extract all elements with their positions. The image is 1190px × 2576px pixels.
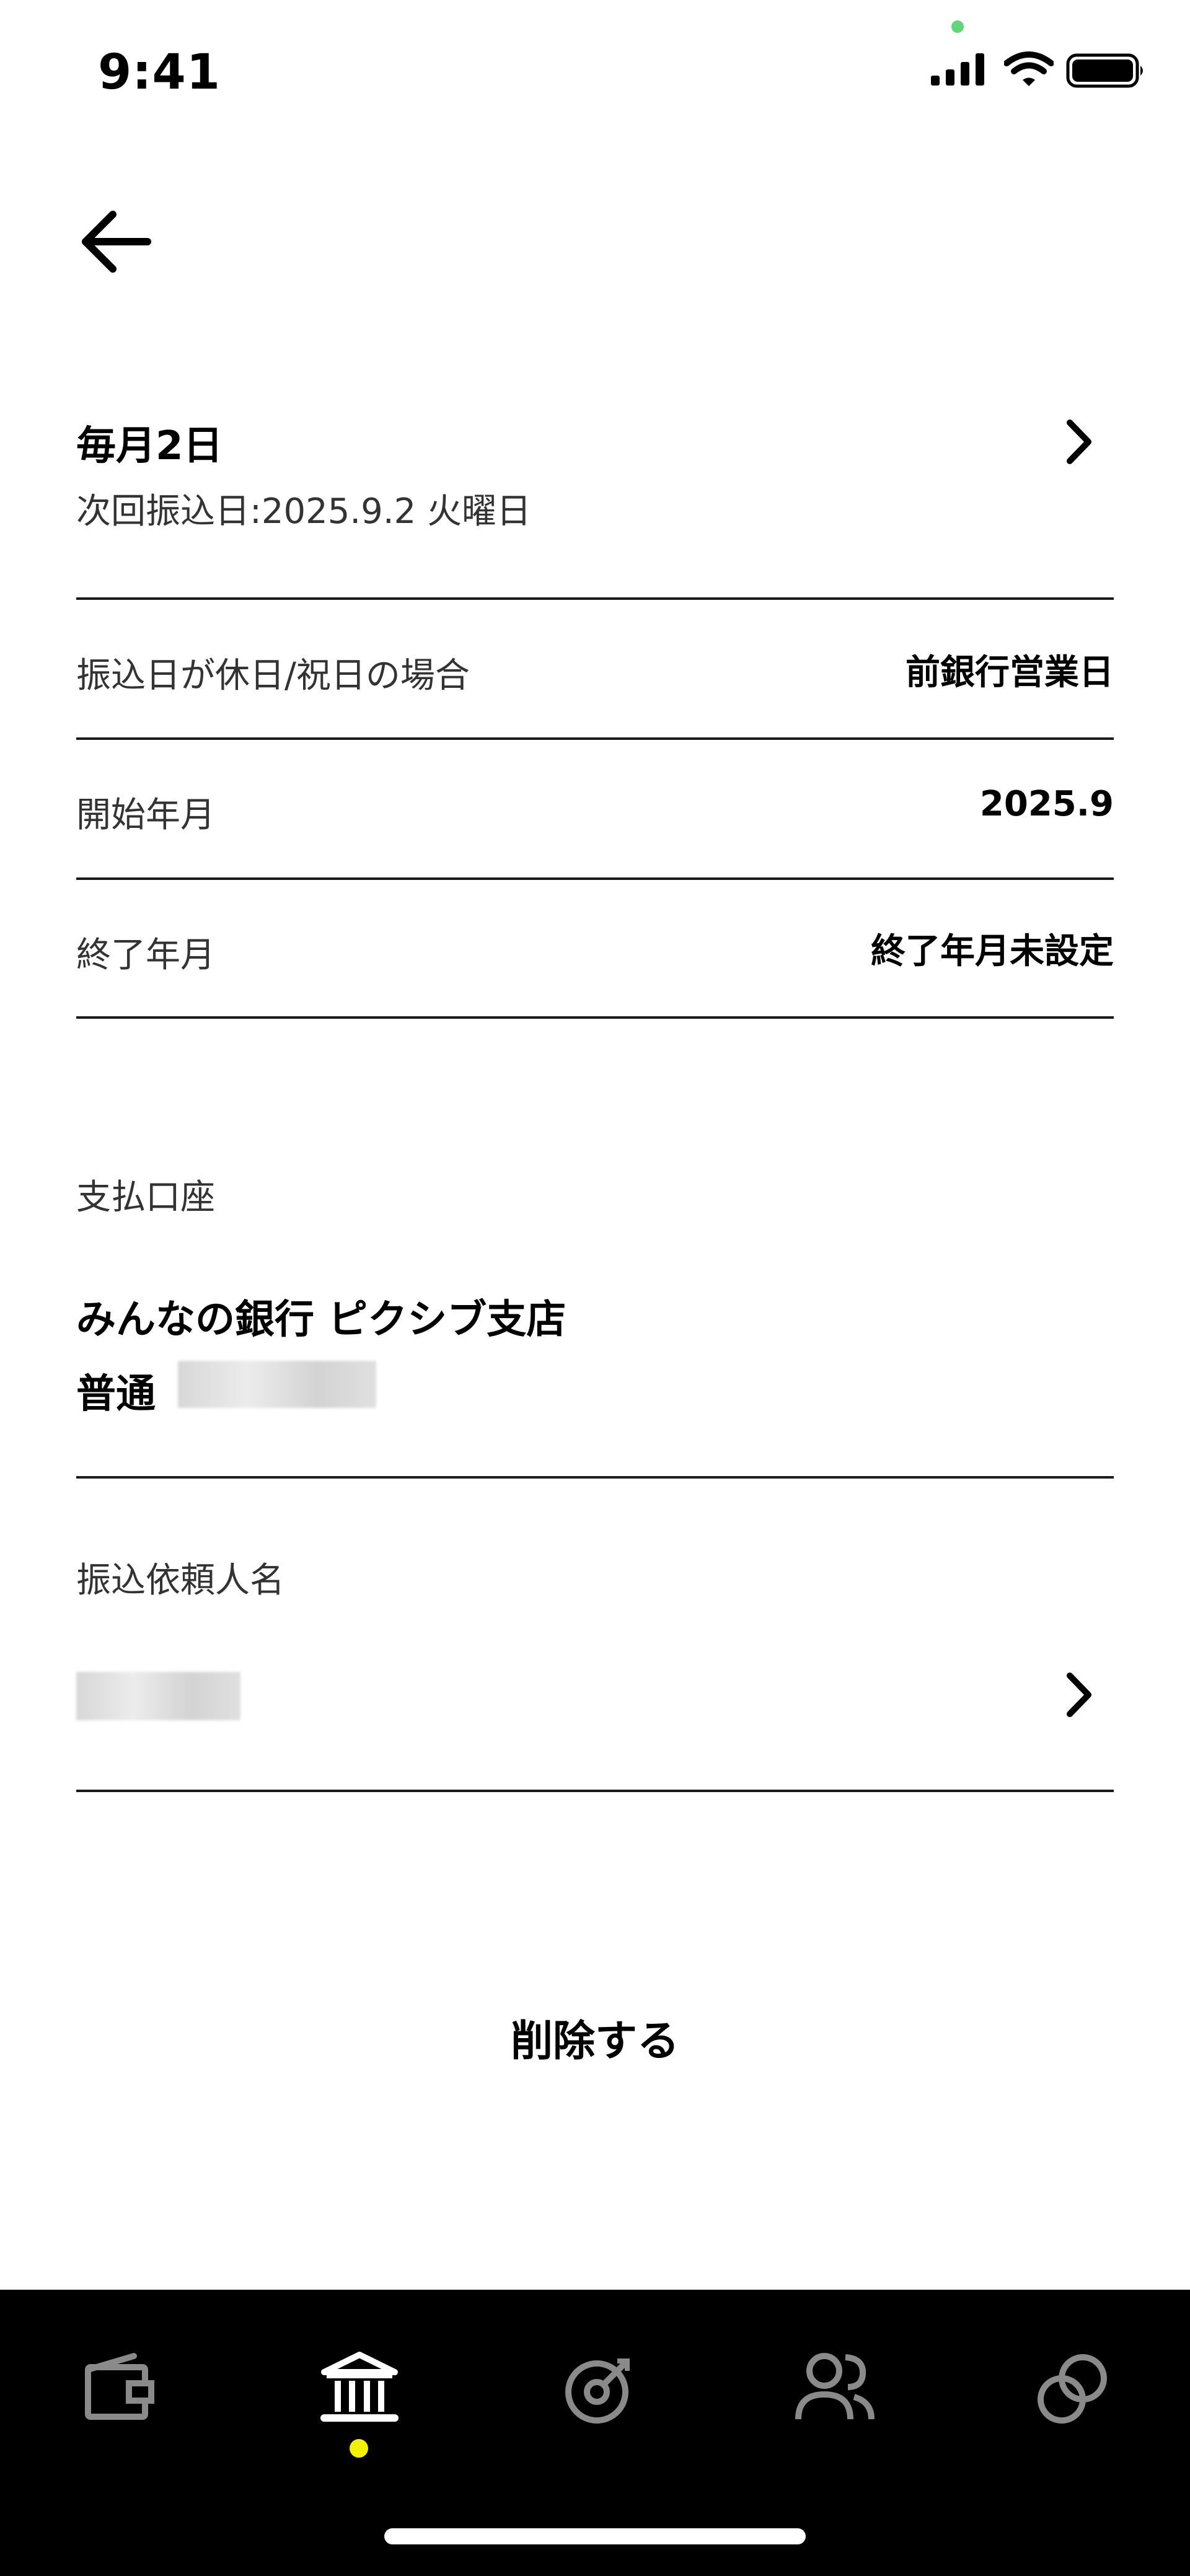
- target-icon: [565, 2358, 630, 2424]
- schedule-title: 毎月2日: [76, 423, 223, 469]
- divider: [76, 1016, 1114, 1019]
- holiday-rule-label: 振込日が休日/祝日の場合: [76, 656, 470, 696]
- delete-button[interactable]: 削除する: [471, 2008, 719, 2076]
- holiday-rule-value: 前銀行営業日: [906, 653, 1114, 693]
- chevron-right-icon: [1061, 414, 1098, 470]
- wifi-icon: [1003, 51, 1054, 90]
- requester-name-redacted: [76, 1672, 240, 1720]
- bank-icon: [320, 2352, 399, 2422]
- tab-link[interactable]: [1026, 2342, 1119, 2435]
- signal-icon: [930, 50, 989, 89]
- tab-bank[interactable]: [313, 2342, 406, 2435]
- divider: [76, 1790, 1114, 1792]
- arrow-left-icon: [82, 211, 151, 273]
- chevron-right-icon: [1061, 1667, 1098, 1723]
- tab-target[interactable]: [550, 2342, 643, 2435]
- tab-people[interactable]: [788, 2342, 881, 2435]
- back-button[interactable]: [74, 198, 161, 285]
- bank-name: みんなの銀行 ピクシブ支店: [76, 1297, 566, 1343]
- active-tab-indicator: [350, 2439, 368, 2458]
- start-month-label: 開始年月: [76, 795, 215, 835]
- divider: [76, 737, 1114, 740]
- divider: [76, 597, 1114, 600]
- next-transfer-date: 次回振込日:2025.9.2 火曜日: [76, 491, 532, 532]
- requester-label: 振込依頼人名: [76, 1560, 284, 1601]
- wallet-icon: [85, 2353, 154, 2420]
- start-month-value: 2025.9: [979, 784, 1114, 824]
- people-icon: [795, 2353, 875, 2420]
- tab-wallet[interactable]: [74, 2342, 167, 2435]
- divider: [76, 877, 1114, 880]
- end-month-label: 終了年月: [76, 935, 215, 975]
- status-time: 9:41: [98, 45, 221, 100]
- link-icon: [1038, 2354, 1107, 2424]
- end-month-value: 終了年月未設定: [871, 931, 1114, 972]
- payment-account-label: 支払口座: [76, 1177, 215, 1218]
- privacy-indicator-dot: [951, 20, 964, 33]
- battery-icon: [1066, 53, 1147, 90]
- home-indicator: [384, 2528, 806, 2544]
- account-number-redacted: [178, 1361, 376, 1408]
- account-type: 普通: [76, 1371, 156, 1417]
- divider: [76, 1476, 1114, 1479]
